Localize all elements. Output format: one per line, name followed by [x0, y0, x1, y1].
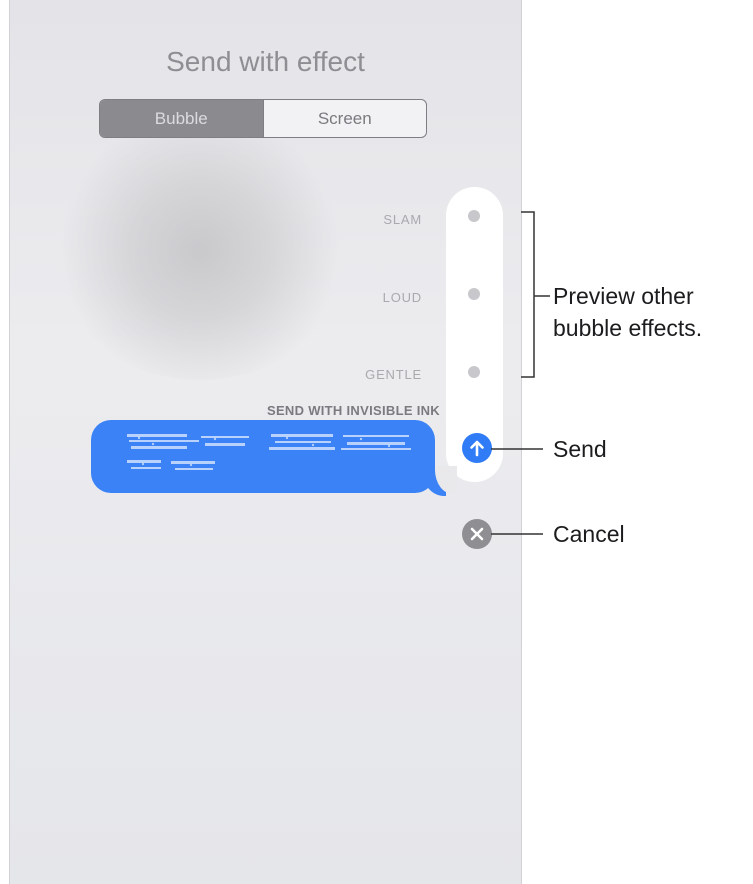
callout-preview-line2: bubble effects. [553, 315, 703, 341]
callout-lines [491, 211, 550, 535]
callout-cancel: Cancel [553, 521, 625, 547]
callout-preview-line1: Preview other [553, 283, 694, 309]
callout-send: Send [553, 436, 607, 462]
callout-preview-effects: Preview other bubble effects. [553, 280, 702, 344]
